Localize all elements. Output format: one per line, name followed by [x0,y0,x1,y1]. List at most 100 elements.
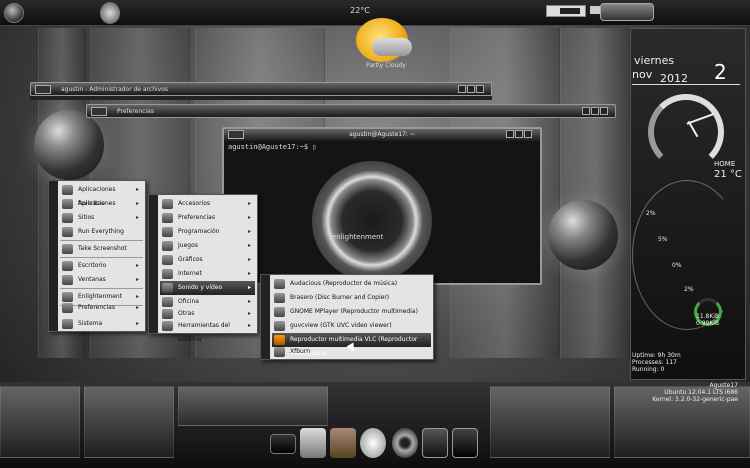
terminal-prompt[interactable]: agustin@Aguste17:~$ ▯ [228,143,317,151]
host-name: Aguste17 [709,382,738,389]
start-icon[interactable] [4,3,24,23]
menu-item-label: Accesorios [178,200,211,207]
run-icon [62,227,73,237]
window-menu-icon[interactable] [35,85,51,94]
chevron-right-icon: ▸ [135,276,139,283]
maximize-button[interactable] [591,107,599,115]
menu-item-label: Internet [178,270,202,277]
window-title: agustin@Aguste17: ~ [349,131,415,138]
minimize-button[interactable] [458,85,466,93]
menu-item-preferences[interactable]: Preferencias ▸ [60,301,143,315]
menu-item-audacious[interactable]: Audacious (Reproductor de música) [272,277,431,291]
menu-item-system[interactable]: Sistema ▸ [60,317,143,331]
menu-item-internet[interactable]: Internet ▸ [160,267,255,281]
programming-icon [162,227,173,237]
clock-divider [632,84,740,85]
menu-item-accessories[interactable]: Accesorios ▸ [160,197,255,211]
file-manager-titlebar[interactable]: agustin - Administrador de archivos [30,82,492,96]
mplayer-icon [274,307,285,317]
menu-item-applications[interactable]: Aplicaciones ▸ [60,197,143,211]
disc-icon[interactable] [392,428,418,458]
menu-item-run-everything[interactable]: Run Everything [60,225,143,239]
terminal-window[interactable]: agustin@Aguste17: ~ agustin@Aguste17:~$ … [222,127,542,285]
maximize-button[interactable] [515,130,523,138]
window-menu-icon[interactable] [91,107,107,116]
desktop-switch-button[interactable] [600,3,654,21]
harp-icon[interactable] [330,428,356,458]
menu-item-mplayer[interactable]: GNOME MPlayer (Reproductor multimedia) [272,305,431,319]
terminal-icon[interactable] [452,428,478,458]
menu-item-preferences[interactable]: Preferencias ▸ [160,211,255,225]
menu-item-graphics[interactable]: Gráficos ▸ [160,253,255,267]
menu-item-favorites[interactable]: Aplicaciones favoritas ▸ [60,183,143,207]
minimize-button[interactable] [506,130,514,138]
monitor-icon[interactable] [270,434,296,454]
chevron-right-icon: ▸ [247,214,251,221]
menu-strip [261,275,270,359]
menu-item-guvcview[interactable]: guvcview (GTK UVC video viewer) [272,319,431,333]
menu-item-label: Juegos [178,242,198,249]
host-info: Aguste17 Ubuntu 12.04.1 LTS i686 Kernel:… [640,382,738,403]
menu-item-label: Sonido y vídeo [178,284,223,291]
file-manager-body [30,96,492,100]
chevron-right-icon: ▸ [247,228,251,235]
menu-item-label: Escritorio [78,262,107,269]
brasero-icon [274,293,285,303]
bird-icon[interactable] [360,428,386,458]
maximize-button[interactable] [467,85,475,93]
window-menu-icon[interactable] [228,130,244,139]
chevron-right-icon: ▸ [247,256,251,263]
clock-month: nov [632,68,653,81]
floor-panel [84,386,174,458]
audacious-icon [274,279,285,289]
menu-separator [60,257,143,258]
desktop-icon [62,261,73,271]
close-button[interactable] [524,130,532,138]
floor-panel [178,386,328,426]
accessories-icon [162,199,173,209]
menu-item-label: Ventanas [78,276,106,283]
os-version: Ubuntu 12.04.1 LTS i686 [664,389,738,396]
minimize-button[interactable] [582,107,590,115]
menu-item-label: Audacious (Reproductor de música) [290,280,398,287]
menu-item-places[interactable]: Sitios ▸ [60,211,143,225]
menu-item-sound-video[interactable]: Sonido y vídeo ▸ [160,281,255,295]
menu-item-label: Gráficos [178,256,203,263]
screen-icon[interactable] [422,428,448,458]
chevron-right-icon: ▸ [247,270,251,277]
uptime-text: Uptime: 9h 30m [632,352,681,359]
running-text: Running: 0 [632,366,665,373]
menu-item-desktop[interactable]: Escritorio ▸ [60,259,143,273]
menu-item-programming[interactable]: Programación ▸ [160,225,255,239]
analog-clock [648,94,724,170]
preferences-icon [162,213,173,223]
sound-video-icon [162,283,173,293]
menu-item-screenshot[interactable]: Take Screenshot [60,242,143,256]
close-button[interactable] [600,107,608,115]
games-icon [162,241,173,251]
home-weather-temp: 21 °C [714,169,742,180]
tools-icon[interactable] [300,428,326,458]
dock [264,424,482,464]
menu-item-label: Xfburn [290,348,310,355]
menu-item-games[interactable]: Juegos ▸ [160,239,255,253]
internet-icon [162,269,173,279]
menu-item-system-tools[interactable]: Herramientas del sistema ▸ [160,319,255,343]
menu-item-brasero[interactable]: Brasero (Disc Burner and Copier) [272,291,431,305]
terminal-titlebar[interactable]: agustin@Aguste17: ~ [224,129,540,141]
close-button[interactable] [476,85,484,93]
menu-item-label: Programación [178,228,220,235]
gauge-percent: 5% [658,236,668,243]
floor-panel [0,386,80,458]
other-icon [162,309,173,319]
preferences-icon [62,303,73,313]
kernel-version: Kernel: 3.2.0-32-generic-pae [652,396,738,403]
home-weather-label: HOME [714,160,736,168]
pager-icon[interactable] [100,2,120,24]
clock-day: viernes [634,54,675,67]
floor-panel [490,386,610,458]
preferences-titlebar[interactable]: Preferencias [86,104,616,118]
menu-item-label: guvcview (GTK UVC video viewer) [290,322,392,329]
chevron-right-icon: ▸ [135,186,139,193]
menu-item-windows[interactable]: Ventanas ▸ [60,273,143,287]
